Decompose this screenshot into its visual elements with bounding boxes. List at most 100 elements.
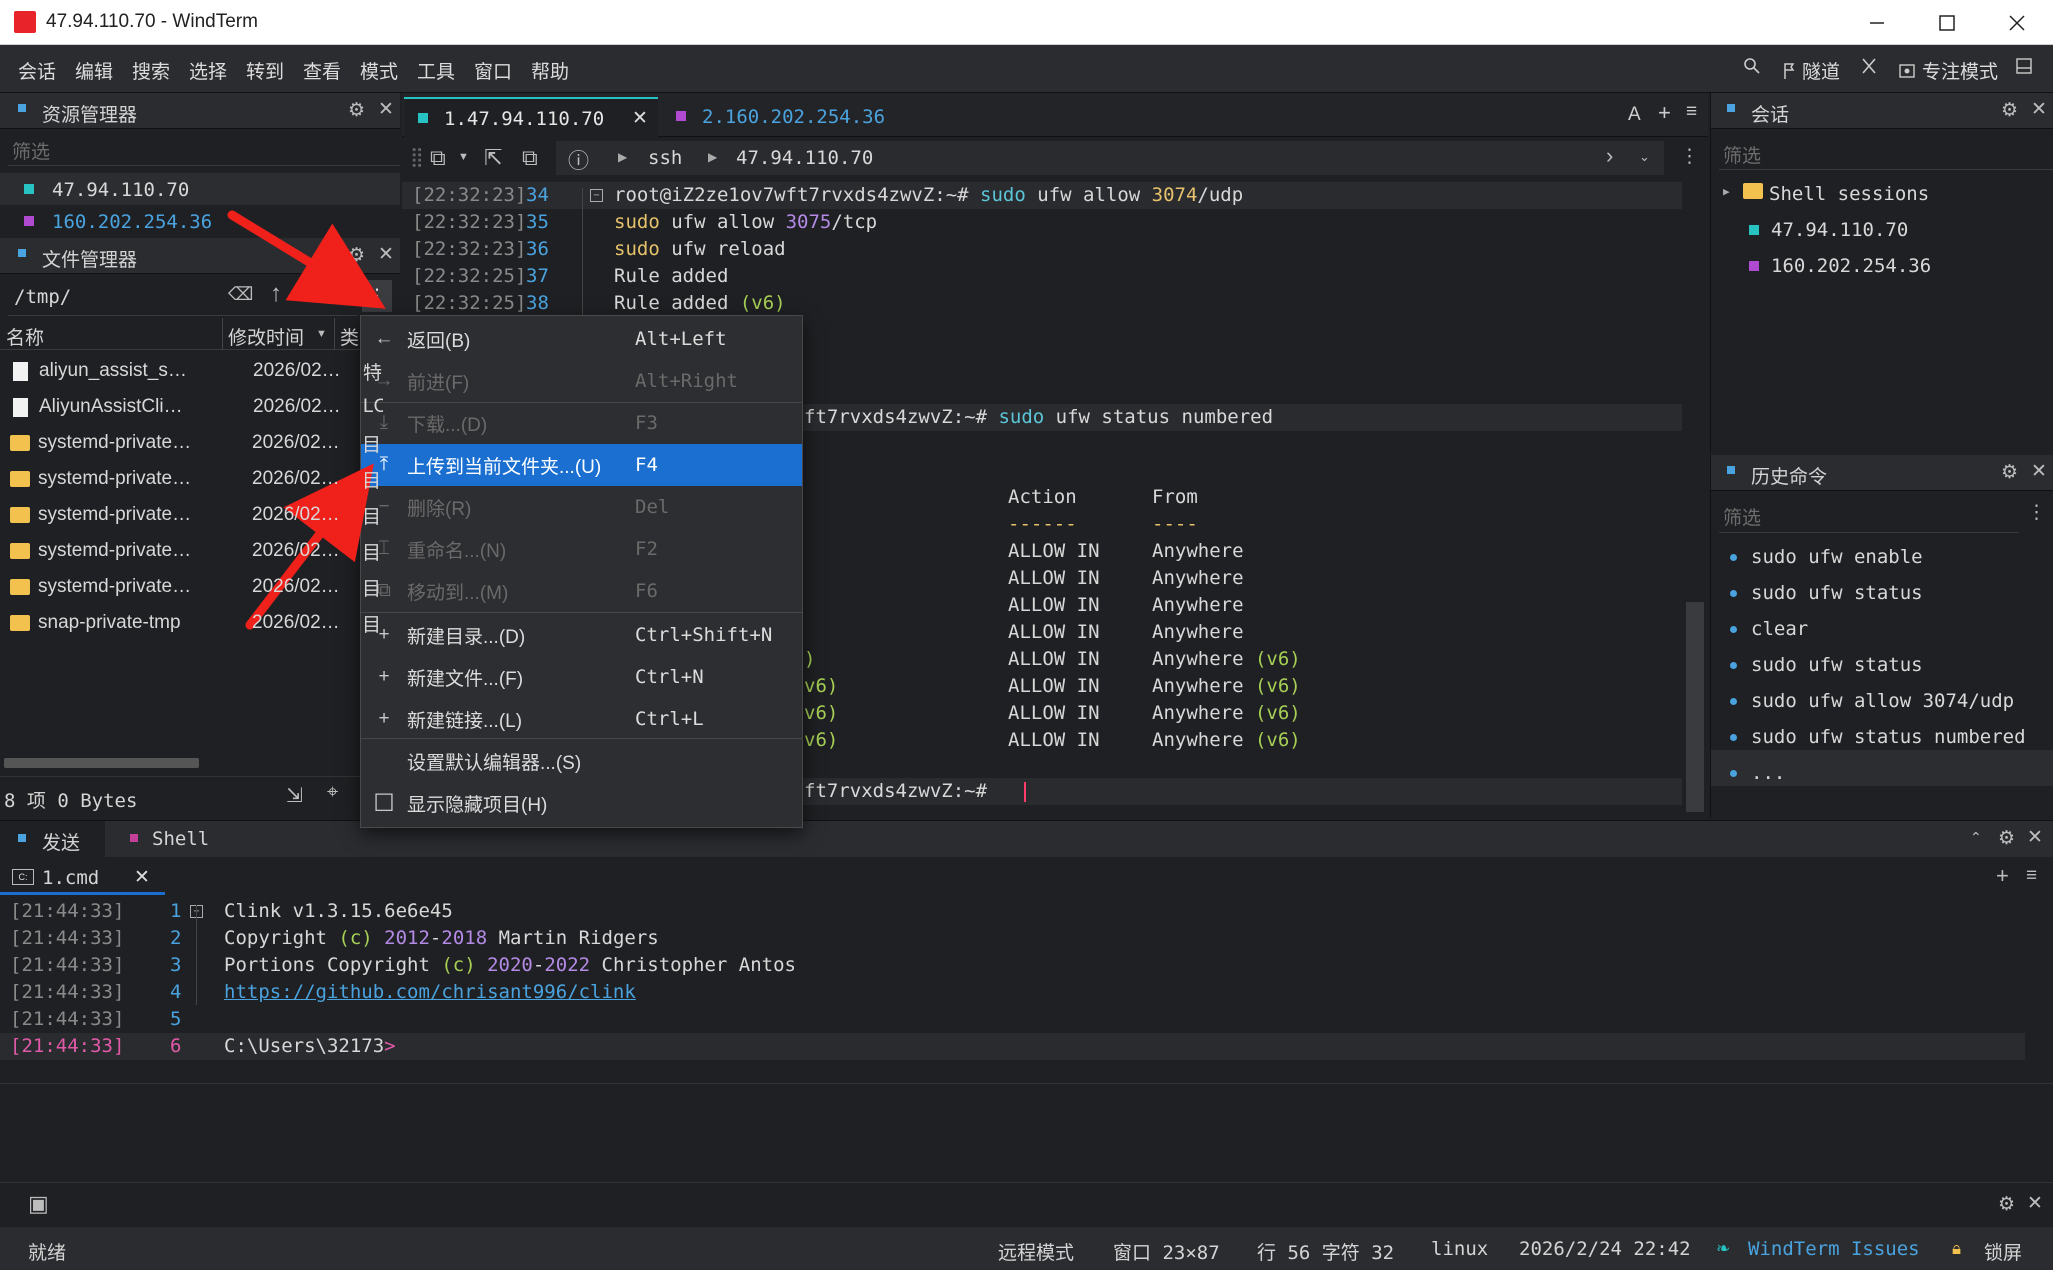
gear-icon[interactable]: ⚙ [348,244,365,267]
menu-edit[interactable]: 编辑 [75,57,113,84]
sidebar-toggle-icon[interactable]: ▣ [28,1191,49,1217]
tab-session-2[interactable]: 2.160.202.254.36 [662,97,912,137]
session-item-1[interactable]: 47.94.110.70 [1711,213,2053,247]
tab-shell[interactable]: Shell [112,821,232,857]
chevron-down-icon[interactable]: ▼ [300,286,312,300]
close-tab-icon[interactable]: ✕ [632,107,648,130]
font-button[interactable]: A [1628,104,1641,126]
new-tab-icon[interactable]: + [1996,863,2009,889]
more-menu-button[interactable]: ⋮ [362,280,392,312]
breadcrumb-host[interactable]: 47.94.110.70 [736,147,873,169]
close-tab-icon[interactable]: ✕ [134,866,150,889]
minimize-button[interactable] [1842,0,1912,45]
folder-sync-icon[interactable]: ⇲ [286,783,303,808]
tab-list-icon[interactable]: ≡ [1686,101,1697,123]
history-item[interactable]: sudo ufw enable [1730,544,1923,570]
gear-icon[interactable]: ⚙ [1998,827,2015,850]
open-external-icon[interactable]: ⇱ [484,145,502,171]
menu-item-rename-5[interactable]: ⌶ 重命名...(N) F2 [361,528,802,570]
tab-cmd[interactable]: C: 1.cmd ✕ [0,861,165,895]
address-bar[interactable]: ⓘ ▶ ssh ▶ 47.94.110.70 › ⌄ [556,141,1664,175]
file-row[interactable]: systemd-private… 2026/02… 目 [10,425,382,461]
more-icon[interactable]: ⋮ [1680,145,1699,168]
menu-item-upload-3[interactable]: ⤒ 上传到当前文件夹...(U) F4 [361,444,802,486]
issues-link[interactable]: WindTerm Issues [1748,1238,1920,1260]
resource-filter-input[interactable]: 筛选 [12,137,50,164]
horizontal-scrollbar[interactable] [4,758,199,768]
menu-item-arrow-right-1[interactable]: → 前进(F) Alt+Right [361,360,802,402]
gear-icon[interactable]: ⚙ [2001,99,2018,122]
new-tab-icon[interactable]: + [1658,100,1671,126]
new-session-icon[interactable]: ⧉ [430,145,446,171]
up-arrow-icon[interactable]: ↑ [270,280,282,308]
session-item-2[interactable]: 160.202.254.36 [1711,249,2053,283]
file-row[interactable]: aliyun_assist_s… 2026/02… 特 [10,353,383,389]
history-item[interactable]: sudo ufw allow 3074/udp [1730,688,2014,714]
gear-icon[interactable]: ⚙ [348,99,365,122]
menu-window[interactable]: 窗口 [474,57,512,84]
vertical-scrollbar[interactable] [1686,602,1704,812]
column-modified[interactable]: 修改时间 [228,323,304,350]
chevron-right-icon[interactable]: › [1606,143,1613,169]
file-row[interactable]: systemd-private… 2026/02… 目 [10,533,382,569]
history-item[interactable]: sudo ufw status [1730,652,1923,678]
info-icon[interactable]: ⓘ [568,145,589,175]
close-icon[interactable]: ✕ [378,243,394,266]
tab-list-icon[interactable]: ≡ [2026,865,2037,887]
file-row[interactable]: snap-private-tmp 2026/02… 目 [10,605,382,641]
chevron-up-icon[interactable]: ⌃ [1970,829,1982,846]
close-icon[interactable]: ✕ [2027,1192,2043,1215]
drag-handle-icon[interactable]: ⣿ [410,146,424,169]
clear-path-icon[interactable]: ⌫ [228,284,253,305]
tunnel-button[interactable]: 隧道 [1782,57,1840,84]
gear-icon[interactable]: ⚙ [2001,461,2018,484]
menu-goto[interactable]: 转到 [246,57,284,84]
menu-help[interactable]: 帮助 [531,57,569,84]
lock-screen-button[interactable]: 锁屏 [1984,1238,2022,1265]
file-row[interactable]: systemd-private… 2026/02… 目 [10,569,382,605]
breadcrumb-ssh[interactable]: ssh [648,147,682,169]
menu-search[interactable]: 搜索 [132,57,170,84]
menu-session[interactable]: 会话 [18,57,56,84]
file-row[interactable]: systemd-private… 2026/02… 目 [10,497,382,533]
menu-view[interactable]: 查看 [303,57,341,84]
sessions-filter-input[interactable]: 筛选 [1723,141,1761,168]
menu-item-plus-9[interactable]: + 新建链接...(L) Ctrl+L [361,698,802,740]
history-item[interactable]: ... [1730,760,1785,786]
menu-item-plus-7[interactable]: + 新建目录...(D) Ctrl+Shift+N [361,614,802,656]
cmd-output[interactable]: [21:44:33] 1 Clink v1.3.15.6e6e45 [21:44:33… [0,898,2053,1088]
column-name[interactable]: 名称 [6,323,44,350]
file-row[interactable]: AliyunAssistCli… 2026/02… LO [10,389,383,425]
menu-item-move-6[interactable]: ⧉ 移动到...(M) F6 [361,570,802,612]
refresh-icon[interactable]: ↻ [325,280,343,306]
chevron-down-icon[interactable]: ▼ [458,151,469,163]
gear-icon[interactable]: ⚙ [1998,1193,2015,1216]
maximize-button[interactable] [1912,0,1982,45]
status-mode[interactable]: 远程模式 [998,1238,1074,1265]
tab-send[interactable]: 发送 [0,821,105,857]
session-group[interactable]: ▶ Shell sessions [1711,177,2053,211]
menu-item-minus-4[interactable]: − 删除(R) Del [361,486,802,528]
menu-item-arrow-left-0[interactable]: ← 返回(B) Alt+Left [361,318,802,360]
file-row[interactable]: systemd-private… 2026/02… 目 [10,461,382,497]
menu-select[interactable]: 选择 [189,57,227,84]
history-item[interactable]: sudo ufw status [1730,580,1923,606]
duplicate-icon[interactable]: ⧉ [522,145,538,171]
chevron-down-icon[interactable]: ⌄ [1639,149,1650,165]
history-filter-input[interactable]: 筛选 [1723,503,1761,530]
layout-button[interactable] [2015,57,2033,75]
focus-mode-button[interactable]: 专注模式 [1898,57,1998,84]
close-window-button[interactable] [1982,0,2052,45]
menu-item-option-10[interactable]: 设置默认编辑器...(S) [361,740,802,782]
menu-tools[interactable]: 工具 [417,57,455,84]
menu-item-checkbox-11[interactable]: ☐ 显示隐藏项目(H) [361,782,802,824]
host-item-2[interactable]: 160.202.254.36 [0,205,400,237]
search-button[interactable] [1743,57,1761,75]
fold-icon[interactable]: − [590,189,603,202]
menu-item-download-2[interactable]: ⤓ 下载...(D) F3 [361,402,802,444]
menu-item-plus-8[interactable]: + 新建文件...(F) Ctrl+N [361,656,802,698]
location-pin-icon[interactable]: ⌖ [327,781,338,804]
close-icon[interactable]: ✕ [2031,98,2047,121]
host-item-1[interactable]: 47.94.110.70 [0,173,400,205]
x-button[interactable] [1861,57,1877,75]
